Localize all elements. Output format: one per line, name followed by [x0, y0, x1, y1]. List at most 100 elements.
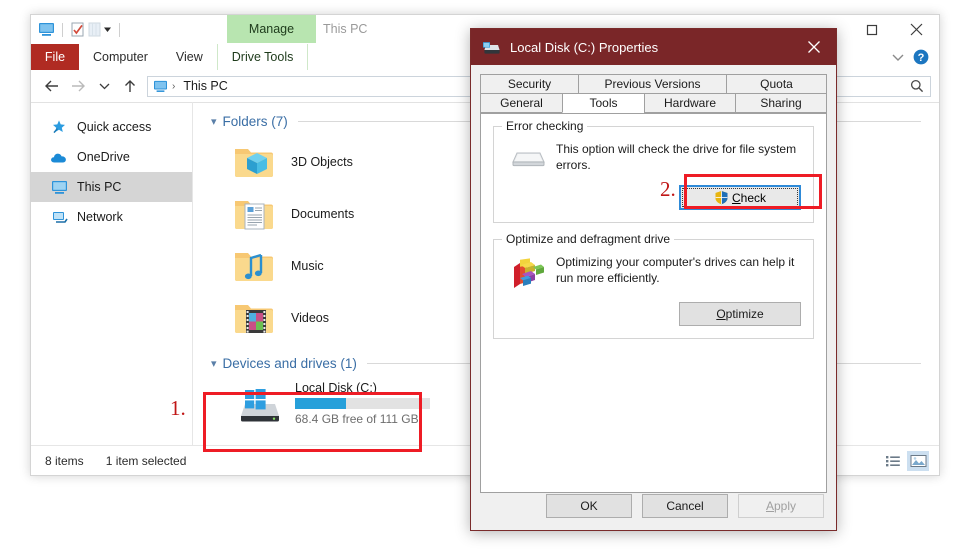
tab-sharing[interactable]: Sharing	[735, 93, 827, 113]
back-arrow-icon[interactable]	[39, 74, 65, 98]
tab-file[interactable]: File	[31, 44, 79, 70]
contextual-tab-header: Manage	[227, 15, 316, 43]
sidebar-item-onedrive[interactable]: OneDrive	[31, 142, 192, 172]
group-title-devices: Devices and drives (1)	[222, 355, 357, 371]
status-item-count: 8 items	[45, 453, 84, 468]
ribbon-right-controls: ?	[892, 44, 939, 70]
cancel-button[interactable]: Cancel	[642, 494, 728, 518]
properties-dialog: Local Disk (C:) Properties Security Prev…	[470, 28, 837, 531]
recent-locations-chevron-icon[interactable]	[91, 74, 117, 98]
drive-scan-icon	[506, 141, 552, 169]
path-this-pc-icon	[153, 80, 168, 93]
help-icon[interactable]: ?	[913, 49, 929, 65]
star-pin-icon	[49, 119, 69, 135]
drive-free-space: 68.4 GB free of 111 GB	[295, 412, 419, 426]
chevron-down-icon[interactable]: ▾	[211, 357, 217, 370]
folder-videos-icon	[229, 298, 277, 338]
up-arrow-icon[interactable]	[117, 74, 143, 98]
optimize-description: Optimizing your computer's drives can he…	[556, 255, 795, 285]
window-controls	[849, 15, 939, 44]
hard-drive-icon	[482, 40, 501, 55]
dialog-tab-strip: Security Previous Versions Quota General…	[471, 65, 836, 113]
error-checking-body: This option will check the drive for fil…	[506, 141, 801, 173]
list-item-label: Music	[291, 259, 324, 273]
quick-access-toolbar	[31, 22, 124, 37]
sidebar-label-this-pc: This PC	[77, 180, 122, 194]
sidebar-item-quick-access[interactable]: Quick access	[31, 112, 192, 142]
path-segment-this-pc[interactable]: This PC	[183, 79, 227, 93]
dialog-tab-row-1: Security Previous Versions Quota	[480, 74, 827, 94]
optimize-button[interactable]: Optimize	[679, 302, 801, 326]
local-disk-drive-item[interactable]: Local Disk (C:) 68.4 GB free of 111 GB	[233, 378, 441, 429]
hard-drive-windows-icon	[237, 384, 283, 424]
optimize-button-row: Optimize	[506, 302, 801, 326]
drive-usage-fill	[295, 398, 347, 409]
drive-usage-bar	[295, 398, 430, 409]
customize-qat-dropdown-icon[interactable]	[88, 22, 112, 37]
drive-details: Local Disk (C:) 68.4 GB free of 111 GB	[295, 381, 430, 426]
sidebar-item-this-pc[interactable]: This PC	[31, 172, 192, 202]
tools-tab-panel: Error checking This option will check th…	[480, 113, 827, 493]
check-button[interactable]: Check	[679, 185, 801, 210]
tab-general[interactable]: General	[480, 93, 563, 113]
search-icon	[910, 79, 924, 93]
forward-arrow-icon[interactable]	[65, 74, 91, 98]
search-input[interactable]	[823, 75, 931, 97]
drive-name: Local Disk (C:)	[295, 381, 377, 395]
error-checking-title: Error checking	[502, 119, 588, 133]
dialog-footer: OK Cancel Apply	[471, 482, 836, 530]
tab-computer[interactable]: Computer	[79, 44, 162, 70]
error-checking-button-row: Check	[506, 185, 801, 210]
tab-tools[interactable]: Tools	[562, 93, 645, 113]
ok-button[interactable]: OK	[546, 494, 632, 518]
group-title-folders: Folders (7)	[222, 113, 288, 129]
optimize-group: Optimize and defragment drive Optimizing…	[493, 232, 814, 339]
list-item-label: Documents	[291, 207, 355, 221]
sidebar-label-network: Network	[77, 210, 123, 224]
tab-quota[interactable]: Quota	[726, 74, 827, 94]
sidebar-label-quick-access: Quick access	[77, 120, 152, 134]
toolbar-divider-2	[119, 22, 120, 37]
dialog-close-button[interactable]	[792, 29, 836, 65]
apply-button: Apply	[738, 494, 824, 518]
optimize-body: Optimizing your computer's drives can he…	[506, 254, 801, 290]
tab-view[interactable]: View	[162, 44, 217, 70]
chevron-down-icon[interactable]: ▾	[211, 115, 217, 128]
folder-documents-icon	[229, 194, 277, 234]
this-pc-icon[interactable]	[38, 22, 55, 37]
tab-security[interactable]: Security	[480, 74, 579, 94]
annotation-number-2: 2.	[660, 177, 676, 201]
list-item-label: 3D Objects	[291, 155, 353, 169]
focus-ring	[682, 188, 798, 207]
large-icons-view-icon[interactable]	[907, 450, 929, 471]
sidebar-item-network[interactable]: Network	[31, 202, 192, 232]
dialog-title-bar[interactable]: Local Disk (C:) Properties	[471, 29, 836, 65]
svg-text:?: ?	[918, 52, 925, 64]
error-checking-description: This option will check the drive for fil…	[556, 142, 797, 172]
folder-3d-objects-icon	[229, 142, 277, 182]
view-buttons	[882, 450, 939, 471]
toolbar-divider	[62, 22, 63, 37]
apply-button-label: Apply	[765, 499, 797, 513]
navigation-pane: Quick access OneDrive This PC Network	[31, 102, 193, 445]
close-button[interactable]	[894, 15, 939, 44]
tab-drive-tools[interactable]: Drive Tools	[216, 44, 309, 70]
dialog-title-text: Local Disk (C:) Properties	[510, 39, 659, 55]
details-view-icon[interactable]	[882, 451, 904, 471]
tab-previous-versions[interactable]: Previous Versions	[578, 74, 727, 94]
network-icon	[49, 210, 69, 225]
path-separator: ›	[172, 80, 176, 92]
dialog-tab-row-2: General Tools Hardware Sharing	[480, 93, 827, 113]
monitor-icon	[49, 180, 69, 195]
optimize-button-label: Optimize	[716, 307, 764, 321]
error-checking-group: Error checking This option will check th…	[493, 119, 814, 223]
optimize-title: Optimize and defragment drive	[502, 232, 675, 246]
list-item-label: Videos	[291, 311, 329, 325]
maximize-button[interactable]	[849, 15, 894, 44]
status-selection: 1 item selected	[105, 453, 187, 468]
chevron-down-icon[interactable]	[892, 53, 904, 62]
properties-icon[interactable]	[70, 22, 85, 37]
sidebar-label-onedrive: OneDrive	[77, 150, 130, 164]
folder-music-icon	[229, 246, 277, 286]
tab-hardware[interactable]: Hardware	[644, 93, 736, 113]
